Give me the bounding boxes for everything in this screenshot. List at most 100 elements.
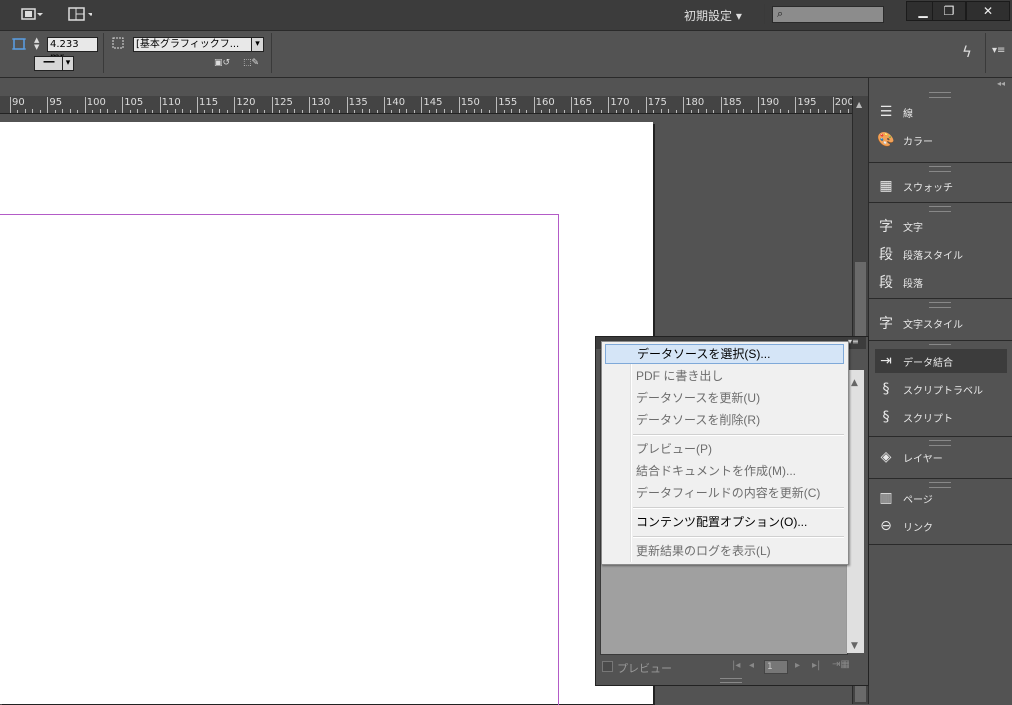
panel-character[interactable]: 字文字 — [875, 214, 1007, 238]
panel-group-stroke-color: ☰ 線 🎨 カラー — [869, 88, 1012, 163]
ruler-minor-tick — [750, 110, 752, 113]
panel-links[interactable]: ⊖ リンク — [875, 514, 1007, 538]
menu-item-create-merged-document[interactable]: 結合ドキュメントを作成(M)... — [605, 461, 844, 481]
ruler-minor-tick — [129, 110, 131, 113]
stroke-type-arrow[interactable]: ▾ — [62, 56, 74, 71]
paragraph-icon: 段 — [879, 275, 893, 291]
ruler-tick-label: 195 — [797, 97, 817, 108]
panel-menu-icon[interactable]: ▾≡ — [848, 337, 859, 346]
ruler-major-tick — [832, 97, 834, 113]
scroll-down-icon[interactable]: ▼ — [851, 641, 858, 651]
scroll-up-icon[interactable]: ▲ — [856, 100, 862, 109]
workspace-switcher[interactable]: 初期設定 ▾ — [684, 7, 742, 24]
scroll-up-icon[interactable]: ▲ — [851, 378, 858, 388]
menu-item-export-pdf[interactable]: PDF に書き出し — [605, 366, 844, 386]
ruler-minor-tick — [526, 110, 528, 113]
character-icon: 字 — [879, 219, 893, 235]
ruler-major-tick — [10, 97, 11, 113]
panel-stroke[interactable]: ☰ 線 — [875, 100, 1007, 124]
create-merged-document-icon[interactable]: ⇥▦ — [832, 659, 850, 670]
panel-pages[interactable]: ▥ ページ — [875, 486, 1007, 510]
panel-data-merge[interactable]: ⇥ データ結合 — [875, 349, 1007, 373]
ruler-minor-tick — [593, 109, 595, 113]
panel-paragraph-styles[interactable]: 段段落スタイル — [875, 242, 1007, 266]
panel-paragraph[interactable]: 段段落 — [875, 270, 1007, 294]
ruler-minor-tick — [54, 110, 56, 113]
ruler-major-tick — [159, 97, 161, 113]
ruler-minor-tick — [653, 110, 655, 113]
panel-color[interactable]: 🎨 カラー — [875, 128, 1007, 152]
ruler-tick-label: 200 — [834, 97, 852, 108]
ruler-minor-tick — [735, 109, 737, 113]
panel-scripts[interactable]: § スクリプト — [875, 405, 1007, 429]
panel-resize-grip[interactable] — [720, 678, 742, 683]
screen-mode-icon[interactable] — [20, 6, 44, 22]
preview-checkbox[interactable] — [602, 661, 613, 672]
style-options-icon[interactable]: ⬚✎ — [243, 58, 265, 70]
panel-swatches[interactable]: ▦ スウォッチ — [875, 174, 1007, 198]
ruler-tick-label: 190 — [760, 97, 780, 108]
ruler-tick-label: 150 — [460, 97, 480, 108]
stroke-frame-icon — [12, 37, 26, 51]
menu-item-preview[interactable]: プレビュー(P) — [605, 439, 844, 459]
quick-apply-icon[interactable]: ϟ — [962, 43, 972, 61]
ruler-minor-tick — [511, 109, 513, 113]
menu-item-update-data-source[interactable]: データソースを更新(U) — [605, 388, 844, 408]
menu-item-update-content-in-data-fields[interactable]: データフィールドの内容を更新(C) — [605, 483, 844, 503]
ruler-minor-tick — [17, 110, 19, 113]
panel-menu-icon[interactable]: ▾≡ — [992, 45, 1005, 56]
collapse-dock-icon[interactable]: ◂◂ — [997, 79, 1005, 88]
object-style-arrow[interactable]: ▾ — [251, 37, 264, 52]
ruler-tick-label: 120 — [236, 97, 256, 108]
panel-grip[interactable] — [929, 206, 951, 212]
stroke-type-dropdown[interactable]: ━━ — [34, 56, 64, 71]
arrange-documents-icon[interactable] — [68, 6, 92, 22]
ruler-minor-tick — [473, 109, 475, 113]
previous-record-icon[interactable]: ◂ — [749, 660, 754, 671]
ruler-minor-tick — [772, 109, 774, 113]
links-icon: ⊖ — [880, 518, 892, 534]
first-record-icon[interactable]: |◂ — [732, 660, 740, 671]
panel-layers[interactable]: ◈ レイヤー — [875, 445, 1007, 469]
menu-item-content-placement-options[interactable]: コンテンツ配置オプション(O)... — [605, 512, 844, 532]
ruler-minor-tick — [780, 109, 782, 113]
panel-grip[interactable] — [929, 92, 951, 98]
stroke-stepper[interactable]: ▲ ▼ — [34, 37, 44, 51]
ruler-minor-tick — [331, 109, 333, 113]
ruler-major-tick — [608, 97, 610, 113]
panel-group-layers: ◈ レイヤー — [869, 436, 1012, 479]
ruler-minor-tick — [436, 109, 438, 113]
stroke-weight-field[interactable]: 4.233 mr — [47, 37, 98, 63]
ruler-tick-label: 175 — [647, 97, 667, 108]
ruler-tick-label: 165 — [573, 97, 593, 108]
panel-grip[interactable] — [929, 166, 951, 172]
ruler-minor-tick — [802, 110, 804, 113]
search-input[interactable]: ⌕ — [772, 6, 884, 23]
menu-item-remove-data-source[interactable]: データソースを削除(R) — [605, 410, 844, 430]
last-record-icon[interactable]: ▸| — [812, 660, 820, 671]
menu-item-select-data-source[interactable]: データソースを選択(S)... — [605, 344, 844, 364]
restore-button[interactable]: ❐ — [932, 1, 966, 21]
data-merge-icon: ⇥ — [880, 353, 892, 369]
object-style-dropdown[interactable]: [基本グラフィックフ... — [133, 37, 255, 52]
ruler-minor-tick — [301, 110, 303, 113]
margin-guide — [0, 214, 559, 705]
menu-item-show-update-log[interactable]: 更新結果のログを表示(L) — [605, 541, 844, 561]
ruler-minor-tick — [376, 110, 378, 113]
next-record-icon[interactable]: ▸ — [795, 660, 800, 671]
ruler-minor-tick — [39, 110, 41, 113]
ruler-minor-tick — [705, 109, 707, 113]
ruler-minor-tick — [668, 109, 670, 113]
ruler-tick-label: 170 — [610, 97, 630, 108]
ruler-major-tick — [795, 97, 797, 113]
record-number-field[interactable]: 1 — [764, 660, 788, 674]
panel-grip[interactable] — [929, 302, 951, 308]
panel-dock: ◂◂ ☰ 線 🎨 カラー ▦ スウォッチ 字文字 段段落スタイル 段段落 字文字スタイ… — [868, 78, 1012, 704]
close-button[interactable]: ✕ — [966, 1, 1010, 21]
panel-script-label[interactable]: § スクリプトラベル — [875, 377, 1007, 401]
panel-character-styles[interactable]: 字文字スタイル — [875, 311, 1007, 335]
ruler-tick-label: 105 — [124, 97, 144, 108]
clear-overrides-icon[interactable]: ▣↺ — [214, 58, 236, 70]
ruler-minor-tick — [369, 109, 371, 113]
object-style-icon — [111, 36, 125, 50]
